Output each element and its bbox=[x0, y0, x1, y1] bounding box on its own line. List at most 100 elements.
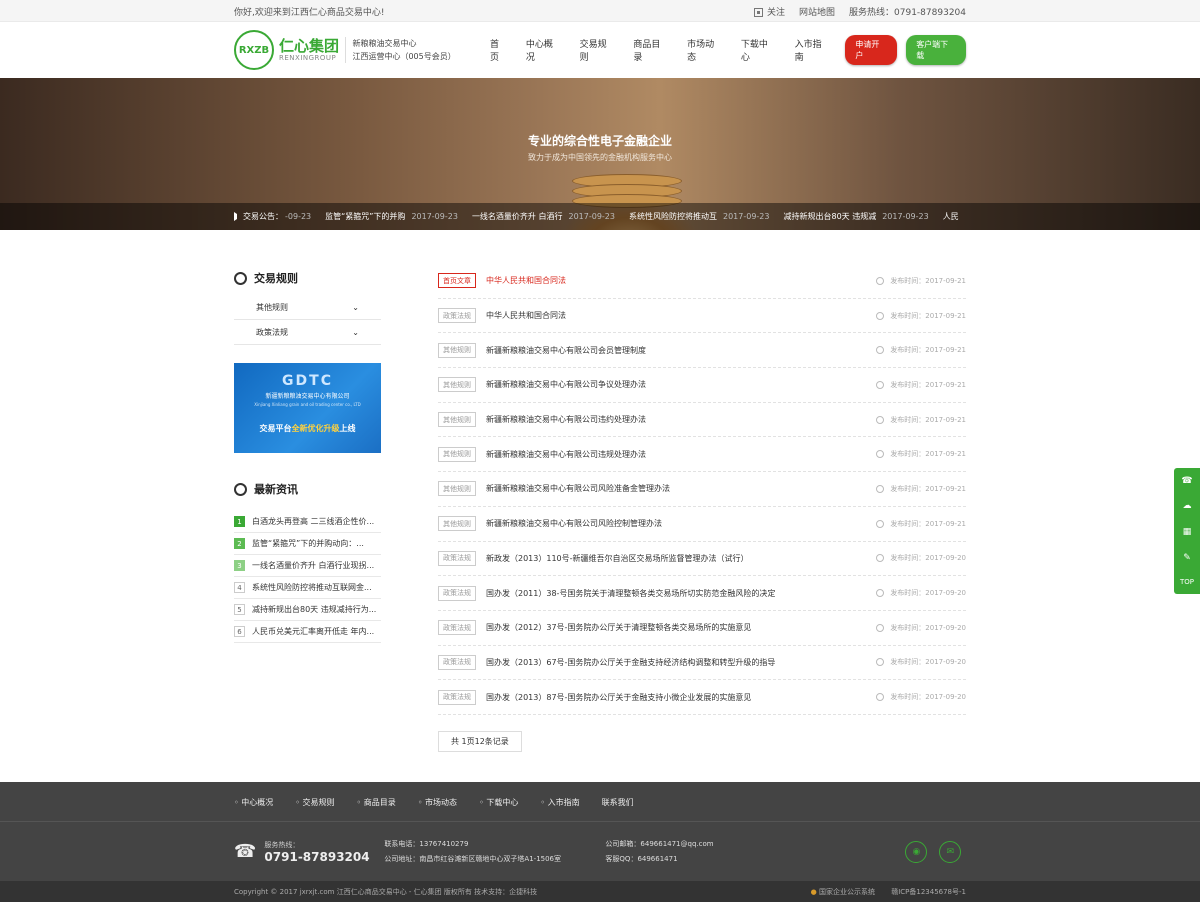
ad-company: 新疆新粮粮油交易中心有限公司 bbox=[265, 393, 350, 400]
footer-nav-rules[interactable]: ◦ 交易规则 bbox=[295, 797, 334, 808]
article-row[interactable]: 政策法规 国办发（2011）38-号国务院关于清理整顿各类交易场所切实防范金融风险… bbox=[438, 576, 966, 611]
logo[interactable]: RXZB 仁心集团 RENXINGROUP bbox=[234, 30, 343, 70]
floating-toolbar: ☎ ☁ ▦ ✎ TOP bbox=[1174, 468, 1200, 594]
article-title: 新疆新粮粮油交易中心有限公司会员管理制度 bbox=[486, 345, 646, 355]
article-row[interactable]: 其他规则 新疆新粮粮油交易中心有限公司违约处理办法 发布时间：2017-09-21 bbox=[438, 403, 966, 438]
sitemap-link[interactable]: 网站地图 bbox=[799, 5, 835, 18]
footer-nav-guide[interactable]: ◦ 入市指南 bbox=[540, 797, 579, 808]
nav-rules[interactable]: 交易规则 bbox=[571, 37, 625, 63]
member-info: 江西运营中心（005号会员） bbox=[352, 52, 456, 61]
article-tag: 政策法规 bbox=[438, 689, 476, 705]
footer-nav-market[interactable]: ◦ 市场动态 bbox=[418, 797, 457, 808]
qrcode-icon[interactable]: ▦ bbox=[1183, 527, 1192, 537]
article-tag: 政策法规 bbox=[438, 585, 476, 601]
ticker-item[interactable]: 减持新规出台80天 违规减 2017-09-23 bbox=[783, 211, 928, 222]
clock-icon bbox=[876, 589, 885, 598]
clock-icon bbox=[876, 276, 885, 285]
news-item[interactable]: 5 减持新规出台80天 违规减持行为... bbox=[234, 599, 381, 621]
ticker-item[interactable]: 一线名酒量价齐升 白酒行 2017-09-23 bbox=[472, 211, 615, 222]
chat-icon[interactable]: ☁ bbox=[1183, 501, 1192, 511]
article-row[interactable]: 首页文章 中华人民共和国合同法 发布时间：2017-09-21 bbox=[438, 264, 966, 299]
weibo-icon[interactable]: ◉ bbox=[905, 840, 928, 863]
nav-catalog[interactable]: 商品目录 bbox=[624, 37, 678, 63]
article-tag: 政策法规 bbox=[438, 308, 476, 324]
sidebar-item-other-rules[interactable]: 其他规则 ⌄ bbox=[234, 295, 381, 320]
back-to-top-button[interactable]: TOP bbox=[1180, 578, 1194, 586]
article-row[interactable]: 其他规则 新疆新粮粮油交易中心有限公司风险准备金管理办法 发布时间：2017-09-… bbox=[438, 472, 966, 507]
hotline-text: 服务热线：0791-87893204 bbox=[849, 7, 966, 18]
news-item[interactable]: 3 一线名酒量价齐升 白酒行业现拐... bbox=[234, 555, 381, 577]
news-item[interactable]: 2 监管“紧箍咒”下的并购动向：... bbox=[234, 533, 381, 555]
article-row[interactable]: 政策法规 国办发（2013）87号-国务院办公厅关于金融支持小微企业发展的实施意见… bbox=[438, 680, 966, 715]
article-row[interactable]: 政策法规 国办发（2013）67号-国务院办公厅关于金融支持经济结构调整和转型升级… bbox=[438, 646, 966, 681]
article-row[interactable]: 其他规则 新疆新粮粮油交易中心有限公司会员管理制度 发布时间：2017-09-21 bbox=[438, 333, 966, 369]
footer-nav-download[interactable]: ◦ 下载中心 bbox=[479, 797, 518, 808]
sidebar-item-policy[interactable]: 政策法规 ⌄ bbox=[234, 320, 381, 345]
edit-icon[interactable]: ✎ bbox=[1183, 553, 1191, 563]
nav-overview[interactable]: 中心概况 bbox=[517, 37, 571, 63]
ticker-item[interactable]: 系统性风险防控将推动互 2017-09-23 bbox=[629, 211, 770, 222]
article-tag: 其他规则 bbox=[438, 481, 476, 497]
article-row[interactable]: 其他规则 新疆新粮粮油交易中心有限公司风险控制管理办法 发布时间：2017-09-2… bbox=[438, 507, 966, 542]
welcome-text: 你好,欢迎来到江西仁心商品交易中心! bbox=[234, 7, 385, 18]
follow-link[interactable]: 关注 bbox=[754, 5, 785, 18]
latest-news: 最新资讯 1 白酒龙头再登高 二三线酒企性价... 2 监管“紧箍咒”下的并购动向：… bbox=[234, 481, 381, 643]
news-item[interactable]: 6 人民币兑美元汇率离开低走 年内... bbox=[234, 621, 381, 643]
article-tag: 其他规则 bbox=[438, 342, 476, 358]
follow-label: 关注 bbox=[767, 7, 786, 18]
article-title: 中华人民共和国合同法 bbox=[486, 311, 566, 321]
article-title: 国办发（2013）67号-国务院办公厅关于金融支持经济结构调整和转型升级的指导 bbox=[486, 657, 776, 667]
ticker-item[interactable]: 监管“紧箍咒”下的并购 2017-09-23 bbox=[325, 211, 458, 222]
apply-account-button[interactable]: 申请开户 bbox=[845, 35, 898, 65]
ticker-item[interactable]: -09-23 bbox=[285, 212, 311, 221]
article-tag: 政策法规 bbox=[438, 620, 476, 636]
nav-download[interactable]: 下载中心 bbox=[732, 37, 786, 63]
ticker-label: 交易公告： bbox=[243, 212, 283, 221]
sidebar-menu: 其他规则 ⌄ 政策法规 ⌄ bbox=[234, 295, 381, 345]
icp-link[interactable]: 赣ICP备12345678号-1 bbox=[891, 888, 966, 896]
footer-contact: 联系电话：13767410279 公司地址：南昌市红谷滩新区赣地中心双子塔A1-1… bbox=[384, 839, 562, 863]
footer: ◦ 中心概况 ◦ 交易规则 ◦ 商品目录 ◦ 市场动态 ◦ 下载中心 ◦ 入市指… bbox=[0, 782, 1200, 902]
clock-icon bbox=[876, 693, 885, 702]
article-title: 新疆新粮粮油交易中心有限公司风险准备金管理办法 bbox=[486, 484, 670, 494]
footer-nav-contact[interactable]: 联系我们 bbox=[602, 797, 634, 808]
footer-nav-catalog[interactable]: ◦ 商品目录 bbox=[357, 797, 396, 808]
clock-icon bbox=[876, 380, 885, 389]
main-nav: 首页 中心概况 交易规则 商品目录 市场动态 下载中心 入市指南 bbox=[481, 37, 839, 63]
news-item[interactable]: 1 白酒龙头再登高 二三线酒企性价... bbox=[234, 511, 381, 533]
globe-icon bbox=[234, 482, 247, 496]
footer-hotline: 服务热线： 0791-87893204 bbox=[264, 840, 370, 864]
clock-icon bbox=[876, 484, 885, 493]
header: RXZB 仁心集团 RENXINGROUP 新粮粮油交易中心 江西运营中心（00… bbox=[0, 22, 1200, 78]
copyright-bar: Copyright © 2017 jxrxjt.com 江西仁心商品交易中心 -… bbox=[0, 881, 1200, 902]
platform-upgrade-ad[interactable]: GDTC 新疆新粮粮油交易中心有限公司 Xinjiang Xinliang gr… bbox=[234, 363, 381, 453]
article-row[interactable]: 政策法规 中华人民共和国合同法 发布时间：2017-09-21 bbox=[438, 299, 966, 334]
article-title: 新疆新粮粮油交易中心有限公司争议处理办法 bbox=[486, 380, 646, 390]
gov-link[interactable]: 国家企业公示系统 bbox=[819, 888, 875, 896]
article-list: 首页文章 中华人民共和国合同法 发布时间：2017-09-21 政策法规 中华人民共和… bbox=[438, 264, 966, 752]
article-row[interactable]: 政策法规 国办发（2012）37号-国务院办公厅关于清理整顿各类交易场所的实施意见… bbox=[438, 611, 966, 646]
ad-headline: 交易平台全新优化升级上线 bbox=[259, 424, 356, 433]
nav-guide[interactable]: 入市指南 bbox=[786, 37, 840, 63]
nav-market[interactable]: 市场动态 bbox=[678, 37, 732, 63]
article-title: 新疆新粮粮油交易中心有限公司违规处理办法 bbox=[486, 449, 646, 459]
article-tag: 政策法规 bbox=[438, 654, 476, 670]
service-icon[interactable]: ☎ bbox=[1181, 476, 1192, 486]
article-row[interactable]: 其他规则 新疆新粮粮油交易中心有限公司争议处理办法 发布时间：2017-09-21 bbox=[438, 368, 966, 403]
phone-icon: ☎ bbox=[234, 841, 257, 862]
client-download-button[interactable]: 客户端下载 bbox=[906, 35, 966, 65]
gdtc-logo: GDTC bbox=[282, 373, 333, 389]
nav-home[interactable]: 首页 bbox=[481, 37, 517, 63]
footer-nav-overview[interactable]: ◦ 中心概况 bbox=[234, 797, 273, 808]
ticker-item[interactable]: 人民 bbox=[943, 211, 959, 222]
news-item[interactable]: 4 系统性风险防控将推动互联网金... bbox=[234, 577, 381, 599]
clock-icon bbox=[876, 346, 885, 355]
wechat-icon[interactable]: ✉ bbox=[939, 840, 962, 863]
article-title: 国办发（2013）87号-国务院办公厅关于金融支持小微企业发展的实施意见 bbox=[486, 692, 752, 702]
article-row[interactable]: 政策法规 新政发（2013）110号-新疆维吾尔自治区交易场所监督管理办法（试行）… bbox=[438, 542, 966, 577]
article-row[interactable]: 其他规则 新疆新粮粮油交易中心有限公司违规处理办法 发布时间：2017-09-21 bbox=[438, 437, 966, 473]
article-title: 国办发（2011）38-号国务院关于清理整顿各类交易场所切实防范金融风险的决定 bbox=[486, 588, 776, 598]
article-title: 国办发（2012）37号-国务院办公厅关于清理整顿各类交易场所的实施意见 bbox=[486, 623, 752, 633]
speaker-icon bbox=[234, 212, 237, 221]
qrcode-icon bbox=[754, 7, 763, 17]
